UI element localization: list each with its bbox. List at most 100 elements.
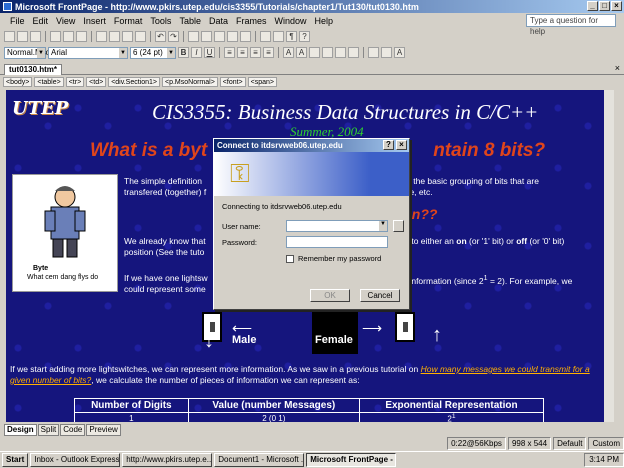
user-browse-button[interactable]	[393, 220, 404, 232]
show-all-icon[interactable]: ¶	[286, 31, 297, 42]
font-size-select[interactable]: 6 (24 pt) ▼	[130, 46, 176, 59]
menu-insert[interactable]: Insert	[83, 16, 106, 26]
increase-indent-icon[interactable]	[348, 47, 359, 58]
taskbar-item-frontpage[interactable]: Microsoft FrontPage - ...	[306, 453, 397, 467]
bits-table: Number of Digits Value (number Messages)…	[74, 398, 545, 422]
tab-design[interactable]: Design	[4, 424, 37, 436]
menu-view[interactable]: View	[56, 16, 75, 26]
font-select[interactable]: Arial ▼	[48, 46, 128, 59]
highlight-icon[interactable]	[381, 47, 392, 58]
paste-icon[interactable]	[122, 31, 133, 42]
password-label: Password:	[222, 238, 258, 247]
menu-edit[interactable]: Edit	[33, 16, 49, 26]
vertical-scrollbar[interactable]	[604, 90, 614, 422]
copy-icon[interactable]	[109, 31, 120, 42]
menu-frames[interactable]: Frames	[236, 16, 267, 26]
undo-icon[interactable]: ↶	[155, 31, 166, 42]
insert-table-icon[interactable]	[201, 31, 212, 42]
tag-td[interactable]: <td>	[86, 77, 107, 87]
taskbar-item-word[interactable]: Document1 - Microsoft ...	[214, 453, 305, 467]
refresh-icon[interactable]	[260, 31, 271, 42]
tab-preview[interactable]: Preview	[86, 424, 121, 436]
taskbar-item-outlook[interactable]: Inbox - Outlook Express	[30, 453, 121, 467]
toolbar-separator	[150, 31, 151, 42]
cut-icon[interactable]	[96, 31, 107, 42]
bullets-icon[interactable]	[322, 47, 333, 58]
menu-window[interactable]: Window	[274, 16, 306, 26]
light-switch-right	[395, 312, 415, 342]
tab-code[interactable]: Code	[60, 424, 86, 436]
minimize-button[interactable]: _	[587, 1, 598, 11]
menu-table[interactable]: Table	[179, 16, 201, 26]
custom-mode[interactable]: Custom	[588, 437, 624, 450]
paragraph-1-left: The simple definition transfered (togethe…	[124, 176, 207, 197]
increase-font-icon[interactable]: A	[283, 47, 294, 58]
close-document-icon[interactable]: ×	[615, 63, 620, 73]
table-row: 1 2 (0 1) 21	[74, 412, 545, 422]
status-bar: 0:22@56Kbps 998 x 544 Default Custom	[0, 437, 624, 450]
justify-icon[interactable]: ≡	[263, 47, 274, 58]
align-right-icon[interactable]: ≡	[250, 47, 261, 58]
align-center-icon[interactable]: ≡	[237, 47, 248, 58]
tab-split[interactable]: Split	[37, 424, 60, 436]
taskbar-item-browser[interactable]: http://www.pkirs.utep.e...	[122, 453, 213, 467]
italic-button[interactable]: I	[191, 47, 202, 58]
remember-password-checkbox[interactable]	[286, 255, 294, 263]
tag-span[interactable]: <span>	[247, 77, 277, 87]
print-icon[interactable]	[50, 31, 61, 42]
right-arrow-icon: ⟶	[362, 320, 383, 336]
insert-picture-icon[interactable]	[214, 31, 225, 42]
drawing-icon[interactable]	[227, 31, 238, 42]
ok-button[interactable]: OK	[310, 289, 350, 302]
style-mode[interactable]: Default	[553, 437, 587, 450]
format-painter-icon[interactable]	[135, 31, 146, 42]
save-icon[interactable]	[30, 31, 41, 42]
dialog-close-button[interactable]: ×	[396, 140, 407, 150]
tag-font[interactable]: <font>	[219, 77, 246, 87]
insert-component-icon[interactable]	[188, 31, 199, 42]
font-color-icon[interactable]: A	[394, 47, 405, 58]
remember-password-label[interactable]: Remember my password	[298, 254, 381, 263]
spelling-icon[interactable]	[76, 31, 87, 42]
menu-format[interactable]: Format	[114, 16, 143, 26]
maximize-button[interactable]: □	[599, 1, 610, 11]
menu-tools[interactable]: Tools	[150, 16, 171, 26]
dialog-help-button[interactable]: ?	[383, 140, 394, 150]
tag-p[interactable]: <p.MsoNormal>	[161, 77, 218, 87]
close-button[interactable]: ×	[611, 1, 622, 11]
tag-body[interactable]: <body>	[3, 77, 33, 87]
stop-icon[interactable]	[273, 31, 284, 42]
chevron-down-icon[interactable]: ▼	[379, 221, 387, 231]
underline-button[interactable]: U	[204, 47, 215, 58]
menu-file[interactable]: File	[10, 16, 25, 26]
preview-icon[interactable]	[63, 31, 74, 42]
menu-help[interactable]: Help	[315, 16, 334, 26]
help-question-input[interactable]: Type a question for help	[526, 14, 616, 36]
hyperlink-icon[interactable]	[240, 31, 251, 42]
decrease-font-icon[interactable]: A	[296, 47, 307, 58]
menu-data[interactable]: Data	[209, 16, 228, 26]
align-left-icon[interactable]: ≡	[224, 47, 235, 58]
page-size[interactable]: 998 x 544	[507, 437, 552, 450]
help-icon[interactable]: ?	[299, 31, 310, 42]
open-icon[interactable]	[17, 31, 28, 42]
redo-icon[interactable]: ↷	[168, 31, 179, 42]
style-select[interactable]: Normal.Msoh ▼	[4, 46, 55, 59]
cancel-button[interactable]: Cancel	[360, 289, 400, 302]
tag-table[interactable]: <table>	[34, 77, 64, 87]
start-button[interactable]: Start	[2, 453, 29, 467]
toolbar-separator	[219, 47, 220, 58]
borders-icon[interactable]	[368, 47, 379, 58]
bold-button[interactable]: B	[178, 47, 189, 58]
decrease-indent-icon[interactable]	[335, 47, 346, 58]
password-input[interactable]	[286, 236, 388, 248]
clip-caption-title: Byte	[33, 265, 49, 272]
numbering-icon[interactable]	[309, 47, 320, 58]
user-name-input[interactable]: ▼	[286, 220, 388, 232]
toolbar-separator	[363, 47, 364, 58]
tag-div[interactable]: <div.Section1>	[108, 77, 160, 87]
paragraph-2-right: es to either an on (or '1' bit) or off (…	[400, 236, 565, 246]
tag-tr[interactable]: <tr>	[65, 77, 85, 87]
new-page-icon[interactable]	[4, 31, 15, 42]
document-tab[interactable]: tut0130.htm*	[4, 64, 63, 75]
